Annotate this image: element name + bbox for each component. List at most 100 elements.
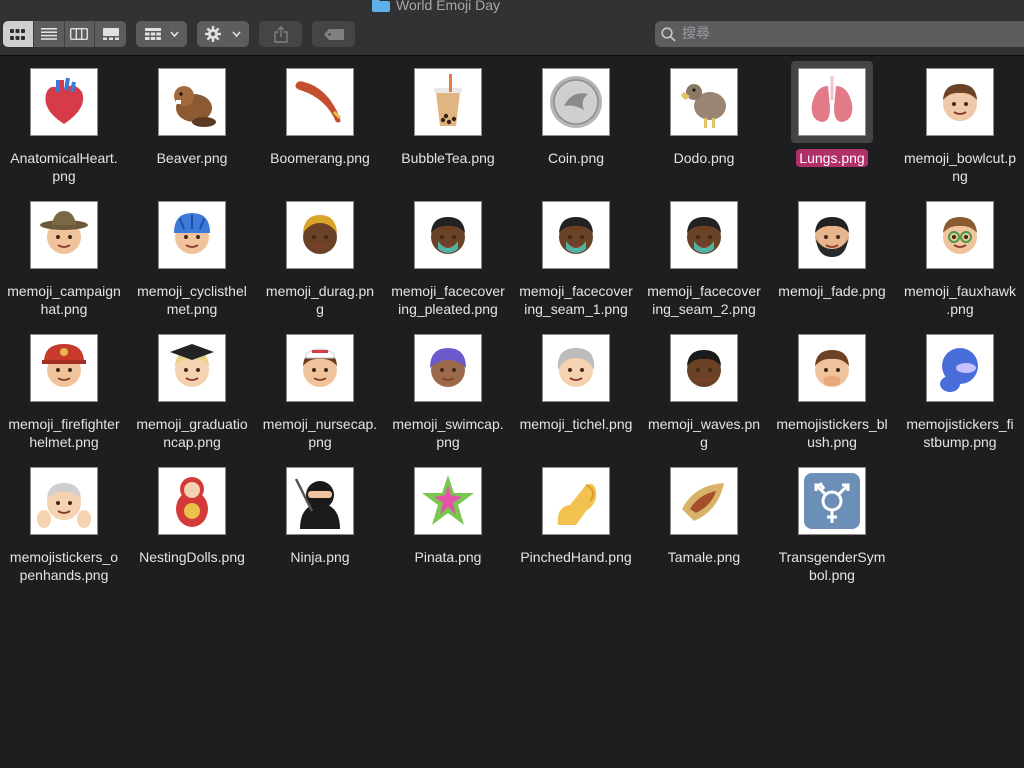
memoji-beard-icon <box>798 201 866 269</box>
file-item[interactable]: memoji_waves.pn g <box>640 327 768 451</box>
transgender-symbol-icon <box>798 467 866 535</box>
file-item[interactable]: memojistickers_bl ush.png <box>768 327 896 451</box>
file-item[interactable]: Ninja.png <box>256 460 384 566</box>
file-name-label: AnatomicalHeart. png <box>10 150 118 184</box>
pinched-hand-icon <box>542 467 610 535</box>
share-button[interactable] <box>259 21 302 47</box>
file-name-label: memoji_nursecap. png <box>262 416 378 450</box>
memoji-nurse-icon <box>286 334 354 402</box>
memoji-hat-icon <box>30 201 98 269</box>
file-item[interactable]: memoji_facecover ing_seam_2.png <box>640 194 768 318</box>
file-name-label: memojistickers_bl ush.png <box>776 416 888 450</box>
memoji-mask-icon <box>670 201 738 269</box>
file-item[interactable]: memojistickers_o penhands.png <box>0 460 128 584</box>
search-field[interactable] <box>655 21 1024 47</box>
file-item[interactable]: memoji_durag.pn g <box>256 194 384 318</box>
file-item[interactable]: memoji_fauxhawk .png <box>896 194 1024 318</box>
file-thumbnail-frame <box>791 327 873 409</box>
column-view-button[interactable] <box>65 21 96 47</box>
file-name-label: memoji_firefighter helmet.png <box>8 416 120 450</box>
window-title: World Emoji Day <box>372 0 500 13</box>
file-item[interactable]: Coin.png <box>512 61 640 167</box>
file-item[interactable]: memoji_nursecap. png <box>256 327 384 451</box>
file-name-label: Coin.png <box>547 150 605 166</box>
file-item[interactable]: PinchedHand.png <box>512 460 640 566</box>
file-name-label: memoji_cyclisthel met.png <box>137 283 247 317</box>
memoji-glasses-icon <box>926 201 994 269</box>
file-thumbnail-frame <box>407 194 489 276</box>
file-thumbnail-frame <box>407 460 489 542</box>
file-thumbnail-frame <box>279 327 361 409</box>
file-item[interactable]: memoji_cyclisthel met.png <box>128 194 256 318</box>
search-input[interactable] <box>682 26 1002 42</box>
group-by-button[interactable] <box>136 21 187 47</box>
file-name-label: PinchedHand.png <box>520 549 632 565</box>
tags-button[interactable] <box>312 21 355 47</box>
tag-icon <box>323 28 344 40</box>
file-name-label: memoji_facecover ing_seam_2.png <box>647 283 761 317</box>
file-thumbnail-frame <box>535 327 617 409</box>
file-thumbnail-frame <box>23 460 105 542</box>
file-thumbnail-frame <box>407 61 489 143</box>
anatomical-heart-icon <box>30 68 98 136</box>
file-thumbnail-frame <box>791 194 873 276</box>
file-name-label: memoji_fauxhawk .png <box>903 283 1017 317</box>
file-thumbnail-frame <box>663 460 745 542</box>
file-name-label: Tamale.png <box>667 549 741 565</box>
file-item[interactable]: memoji_graduatio ncap.png <box>128 327 256 451</box>
file-name-label: BubbleTea.png <box>401 150 495 166</box>
gallery-view-button[interactable] <box>95 21 126 47</box>
file-thumbnail-frame <box>23 194 105 276</box>
file-thumbnail-frame <box>151 194 233 276</box>
icon-view-button[interactable] <box>3 21 34 47</box>
file-thumbnail-frame <box>535 460 617 542</box>
file-name-label: Ninja.png <box>290 549 350 565</box>
memoji-swimcap-icon <box>414 334 482 402</box>
coin-icon <box>542 68 610 136</box>
memoji-dark-icon <box>670 334 738 402</box>
beaver-icon <box>158 68 226 136</box>
file-name-label: Pinata.png <box>414 549 482 565</box>
bubble-tea-icon <box>414 68 482 136</box>
file-thumbnail-frame <box>791 61 873 143</box>
file-item[interactable]: memoji_facecover ing_pleated.png <box>384 194 512 318</box>
file-thumbnail-frame <box>151 460 233 542</box>
file-thumbnail-frame <box>279 460 361 542</box>
file-name-label: NestingDolls.png <box>139 549 245 565</box>
file-name-label: memoji_facecover ing_pleated.png <box>391 283 505 317</box>
file-item[interactable]: Boomerang.png <box>256 61 384 167</box>
file-item[interactable]: Pinata.png <box>384 460 512 566</box>
file-item[interactable]: memoji_facecover ing_seam_1.png <box>512 194 640 318</box>
memoji-mask-icon <box>414 201 482 269</box>
list-icon <box>40 28 57 40</box>
file-name-label: memoji_graduatio ncap.png <box>136 416 248 450</box>
file-item[interactable]: NestingDolls.png <box>128 460 256 566</box>
memoji-blush-icon <box>798 334 866 402</box>
file-item[interactable]: Dodo.png <box>640 61 768 167</box>
file-item[interactable]: Beaver.png <box>128 61 256 167</box>
file-item[interactable]: memoji_fade.png <box>768 194 896 300</box>
window-title-text: World Emoji Day <box>396 0 500 13</box>
file-item[interactable]: memojistickers_fi stbump.png <box>896 327 1024 451</box>
file-item[interactable]: memoji_tichel.png <box>512 327 640 433</box>
lungs-icon <box>798 68 866 136</box>
memoji-mask-icon <box>542 201 610 269</box>
action-menu-button[interactable] <box>197 21 249 47</box>
memoji-tichel-icon <box>542 334 610 402</box>
file-item[interactable]: Tamale.png <box>640 460 768 566</box>
file-item[interactable]: memoji_campaign hat.png <box>0 194 128 318</box>
file-item[interactable]: AnatomicalHeart. png <box>0 61 128 185</box>
file-name-label: memoji_durag.pn g <box>265 283 375 317</box>
file-thumbnail-frame <box>23 61 105 143</box>
file-name-label: Beaver.png <box>156 150 228 166</box>
file-item[interactable]: memoji_swimcap. png <box>384 327 512 451</box>
file-item[interactable]: memoji_bowlcut.p ng <box>896 61 1024 185</box>
file-item[interactable]: Lungs.png <box>768 61 896 167</box>
grid-icon <box>10 28 26 40</box>
file-item[interactable]: TransgenderSym bol.png <box>768 460 896 584</box>
file-item[interactable]: memoji_firefighter helmet.png <box>0 327 128 451</box>
file-name-label: TransgenderSym bol.png <box>778 549 886 583</box>
pinata-icon <box>414 467 482 535</box>
list-view-button[interactable] <box>34 21 65 47</box>
file-item[interactable]: BubbleTea.png <box>384 61 512 167</box>
